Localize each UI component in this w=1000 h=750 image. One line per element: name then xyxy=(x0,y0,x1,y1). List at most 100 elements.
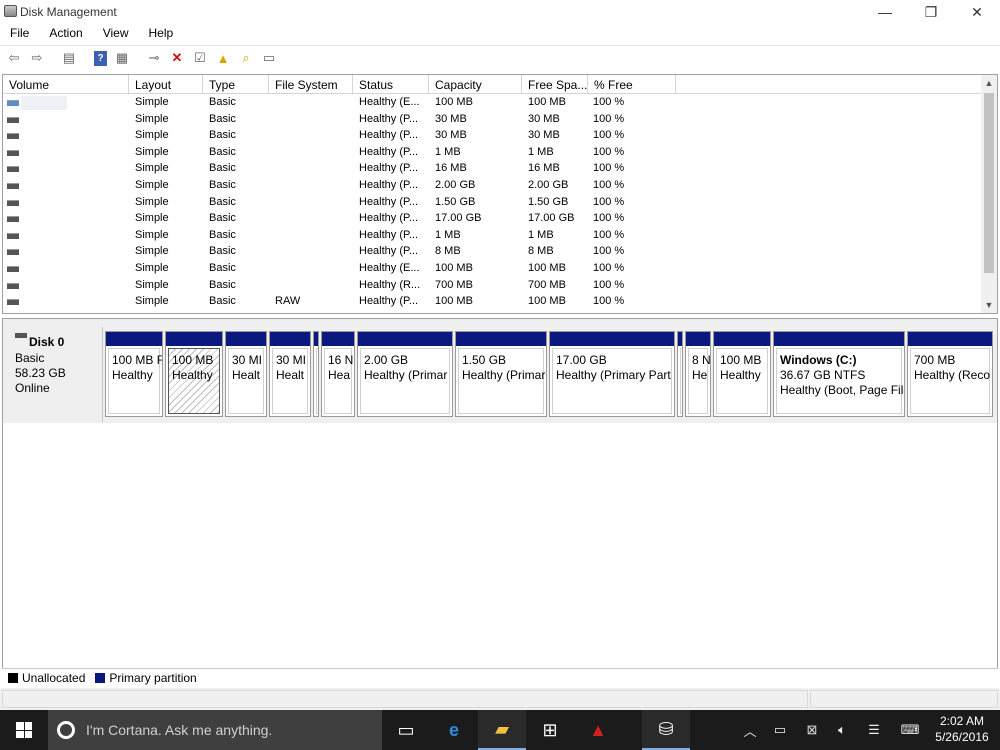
file-explorer-icon[interactable]: ▰ xyxy=(478,710,526,750)
partition-block[interactable]: 1.50 GB Healthy (Primar xyxy=(455,331,547,417)
disk-management-icon[interactable]: ⛁ xyxy=(642,710,690,750)
minimize-button[interactable]: — xyxy=(862,0,908,24)
partition-block[interactable]: 16 N Hea xyxy=(321,331,355,417)
partition-block[interactable]: 2.00 GB Healthy (Primar xyxy=(357,331,453,417)
scrollbar-thumb[interactable] xyxy=(984,93,994,273)
row-type: Basic xyxy=(209,129,236,142)
row-status: Healthy (P... xyxy=(359,145,419,158)
table-row[interactable]: Simple Basic Healthy (P... 1 MB 1 MB 100 % xyxy=(3,145,983,162)
partition-block[interactable]: 17.00 GB Healthy (Primary Part xyxy=(549,331,675,417)
battery-icon[interactable]: ▭ xyxy=(768,710,792,750)
table-row[interactable]: Simple Basic Healthy (P... 1.50 GB 1.50 GB 10… xyxy=(3,195,983,212)
disk-0-label[interactable]: Disk 0 Basic 58.23 GB Online xyxy=(7,327,103,422)
column-status[interactable]: Status xyxy=(353,75,429,94)
table-row[interactable]: Simple Basic Healthy (P... 30 MB 30 MB 100 % xyxy=(3,112,983,129)
disk-0-area: Disk 0 Basic 58.23 GB Online 100 MB F Hea… xyxy=(3,319,997,423)
chevron-up-icon[interactable]: ︿ xyxy=(740,710,760,750)
row-free-space: 17.00 GB xyxy=(528,212,575,225)
column-type[interactable]: Type xyxy=(203,75,269,94)
edge-icon[interactable]: e xyxy=(430,710,478,750)
table-row[interactable]: Simple Basic Healthy (P... 2.00 GB 2.00 GB 10… xyxy=(3,178,983,195)
task-view-icon[interactable]: ▭ xyxy=(382,710,430,750)
disk-graphical-pane: Disk 0 Basic 58.23 GB Online 100 MB F Hea… xyxy=(2,318,998,686)
partition-detail: Healthy (Primar xyxy=(364,368,448,382)
table-row[interactable]: Simple Basic Healthy (P... 8 MB 8 MB 100 % xyxy=(3,244,983,261)
column-file-system[interactable]: File System xyxy=(269,75,353,94)
partition-block[interactable] xyxy=(313,331,319,417)
row-percent-free: 100 % xyxy=(593,228,625,241)
partition-body xyxy=(316,348,318,414)
menu-file[interactable]: File xyxy=(0,24,39,44)
column-layout[interactable]: Layout xyxy=(129,75,203,94)
table-row[interactable]: Simple Basic Healthy (P... 16 MB 16 MB 100 % xyxy=(3,161,983,178)
delete-icon[interactable]: ✕ xyxy=(167,48,187,68)
table-row[interactable]: Simple Basic Healthy (P... 30 MB 30 MB 100 % xyxy=(3,128,983,145)
volume-icon xyxy=(7,216,19,223)
start-button[interactable] xyxy=(0,710,48,750)
table-row[interactable]: Simple Basic Healthy (E... 100 MB 100 MB 100 … xyxy=(3,261,983,278)
network-icon[interactable]: ⊠ xyxy=(800,710,824,750)
red-app-icon[interactable]: ▲ xyxy=(574,710,622,750)
volume-icon xyxy=(7,116,19,123)
disk-management-app-icon[interactable] xyxy=(4,5,17,17)
maximize-button[interactable]: ❐ xyxy=(908,0,954,24)
partition-body: 8 N He xyxy=(688,348,710,414)
partition-block[interactable]: 700 MB Healthy (Reco xyxy=(907,331,993,417)
rescan-icon[interactable]: ⊸ xyxy=(144,48,164,68)
table-row[interactable]: Simple Basic Healthy (P... 1 MB 1 MB 100 % xyxy=(3,228,983,245)
row-status: Healthy (E... xyxy=(359,261,420,274)
partition-block[interactable]: 100 MB F Healthy xyxy=(105,331,163,417)
partition-detail: Hea xyxy=(328,368,351,382)
show-list-icon[interactable]: ▭ xyxy=(259,48,279,68)
column-free-space[interactable]: Free Spa... xyxy=(522,75,588,94)
row-percent-free: 100 % xyxy=(593,129,625,142)
console-view-icon[interactable]: ▤ xyxy=(59,48,79,68)
row-status: Healthy (P... xyxy=(359,245,419,258)
back-icon[interactable]: ⇦ xyxy=(4,48,24,68)
partition-type-bar xyxy=(226,332,266,346)
scroll-down-icon[interactable]: ▼ xyxy=(981,297,997,313)
partition-block[interactable]: 30 MI Healt xyxy=(225,331,267,417)
column-percent-free[interactable]: % Free xyxy=(588,75,676,94)
menu-view[interactable]: View xyxy=(93,24,139,44)
row-free-space: 700 MB xyxy=(528,278,566,291)
action-center-icon[interactable]: ☰ xyxy=(862,710,886,750)
toolbar-separator xyxy=(135,48,141,68)
search-folder-icon[interactable]: ⌕ xyxy=(236,48,256,68)
help-icon[interactable]: ? xyxy=(94,50,107,66)
clock[interactable]: 2:02 AM 5/26/2016 xyxy=(930,713,994,745)
table-row[interactable]: Simple Basic Healthy (R... 700 MB 700 MB 100 … xyxy=(3,278,983,295)
row-status: Healthy (P... xyxy=(359,195,419,208)
column-volume[interactable]: Volume xyxy=(3,75,129,94)
forward-icon[interactable]: ⇨ xyxy=(27,48,47,68)
partition-block[interactable]: Windows (C:) 36.67 GB NTFS Healthy (Boot, … xyxy=(773,331,905,417)
table-row[interactable]: Simple Basic Healthy (E... 100 MB 100 MB 100 … xyxy=(3,95,983,112)
row-free-space: 100 MB xyxy=(528,96,566,108)
table-row[interactable]: Simple Basic RAW Healthy (P... 100 MB 100 MB 1… xyxy=(3,294,983,311)
checklist-icon[interactable]: ☑ xyxy=(190,48,210,68)
partition-block[interactable]: 100 MB Healthy xyxy=(713,331,771,417)
row-layout: Simple xyxy=(135,162,169,175)
partition-block[interactable]: 100 MB Healthy xyxy=(165,331,223,417)
row-status: Healthy (P... xyxy=(359,129,419,142)
column-capacity[interactable]: Capacity xyxy=(429,75,522,94)
properties-icon[interactable]: ▦ xyxy=(112,48,132,68)
volume-icon[interactable]: 🔈︎ xyxy=(830,710,854,750)
volume-list-scrollbar[interactable]: ▲ ▼ xyxy=(981,75,997,313)
menu-help[interactable]: Help xyxy=(139,24,184,44)
row-type: Basic xyxy=(209,212,236,225)
partition-block[interactable]: 30 MI Healt xyxy=(269,331,311,417)
keyboard-icon[interactable]: ⌨ xyxy=(896,710,924,750)
partition-block[interactable]: 8 N He xyxy=(685,331,711,417)
partition-block[interactable] xyxy=(677,331,683,417)
table-row[interactable]: Simple Basic Healthy (P... 17.00 GB 17.00 GB… xyxy=(3,211,983,228)
volume-icon xyxy=(7,232,19,239)
partition-detail: Healthy (Reco xyxy=(914,368,991,382)
scroll-up-icon[interactable]: ▲ xyxy=(981,75,997,91)
close-button[interactable]: ✕ xyxy=(954,0,1000,24)
volume-icon xyxy=(7,265,19,272)
menu-action[interactable]: Action xyxy=(39,24,92,44)
up-folder-icon[interactable]: ▲ xyxy=(213,48,233,68)
cortana-search-box[interactable]: I'm Cortana. Ask me anything. xyxy=(48,710,382,750)
store-icon[interactable]: ⊞ xyxy=(526,710,574,750)
